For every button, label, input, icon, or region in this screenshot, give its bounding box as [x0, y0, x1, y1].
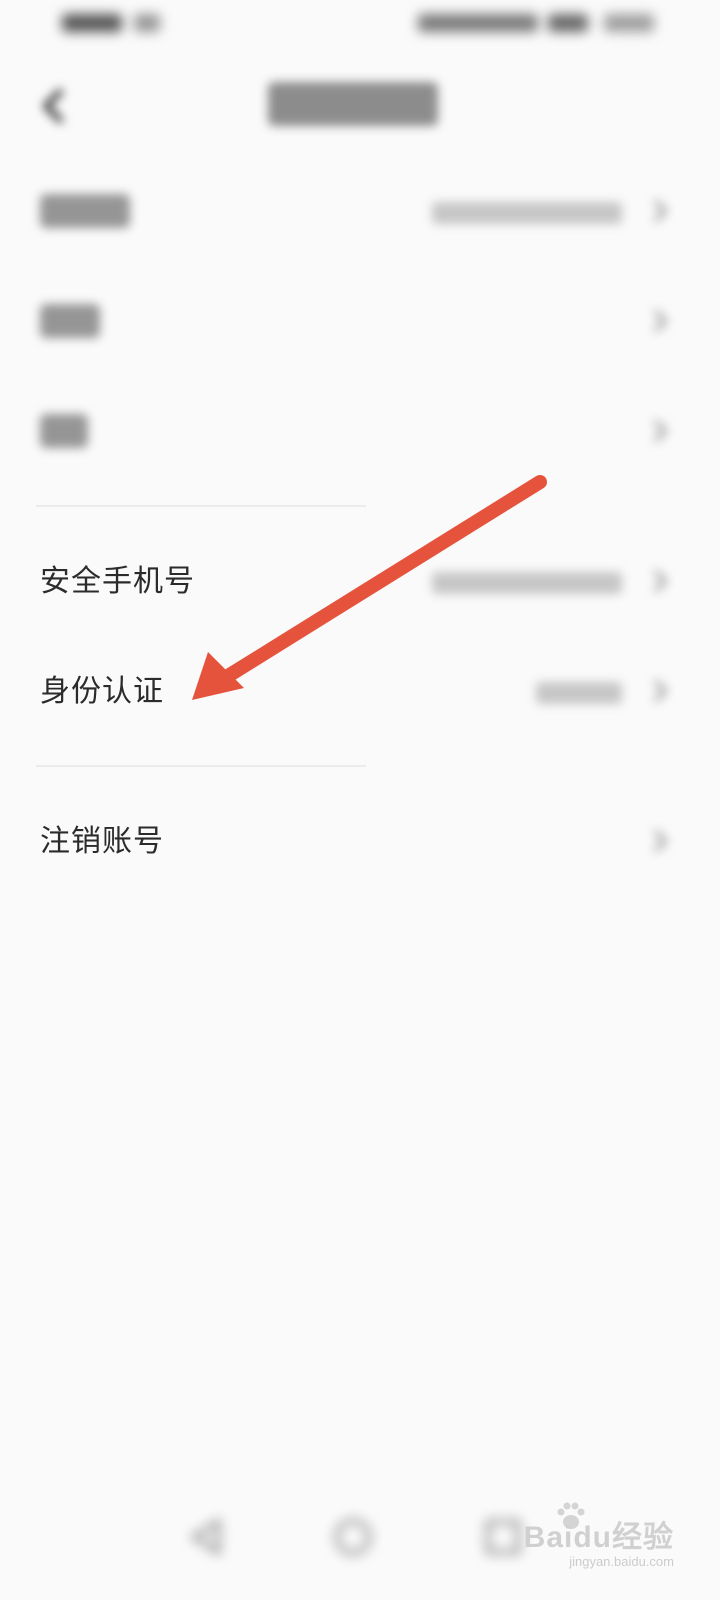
row-label: 安全手机号 — [40, 564, 195, 599]
chevron-right-icon — [650, 196, 670, 226]
row-label: 身份认证 — [40, 674, 164, 709]
list-item-secure-phone[interactable]: 安全手机号 — [0, 528, 720, 638]
status-icons — [418, 10, 658, 36]
list-item-wechat[interactable] — [0, 268, 720, 378]
row-label — [40, 194, 130, 228]
chevron-right-icon — [650, 416, 670, 446]
list-item-phone[interactable] — [0, 158, 720, 268]
nav-home-icon[interactable] — [328, 1512, 378, 1562]
chevron-right-icon — [650, 826, 670, 856]
row-label — [40, 304, 100, 338]
baidu-watermark: Baidu经验 jingyan.baidu.com — [510, 1500, 680, 1580]
list-item-qq[interactable] — [0, 378, 720, 488]
divider — [36, 505, 366, 507]
status-time — [62, 10, 172, 36]
watermark-url: jingyan.baidu.com — [569, 1554, 674, 1569]
row-label — [40, 414, 88, 448]
divider — [36, 765, 366, 767]
chevron-right-icon — [650, 566, 670, 596]
row-value — [432, 202, 622, 224]
chevron-right-icon — [650, 676, 670, 706]
row-label: 注销账号 — [40, 824, 164, 859]
watermark-logo-text: Baidu经验 — [523, 1521, 674, 1554]
list-item-cancel-account[interactable]: 注销账号 — [0, 788, 720, 898]
list-item-identity[interactable]: 身份认证 — [0, 638, 720, 748]
status-bar — [0, 0, 720, 52]
nav-back-icon[interactable] — [180, 1512, 230, 1562]
row-value — [432, 572, 622, 594]
header — [0, 60, 720, 150]
chevron-right-icon — [650, 306, 670, 336]
page-title — [268, 82, 438, 126]
back-icon[interactable] — [38, 86, 68, 126]
row-value — [536, 682, 622, 704]
